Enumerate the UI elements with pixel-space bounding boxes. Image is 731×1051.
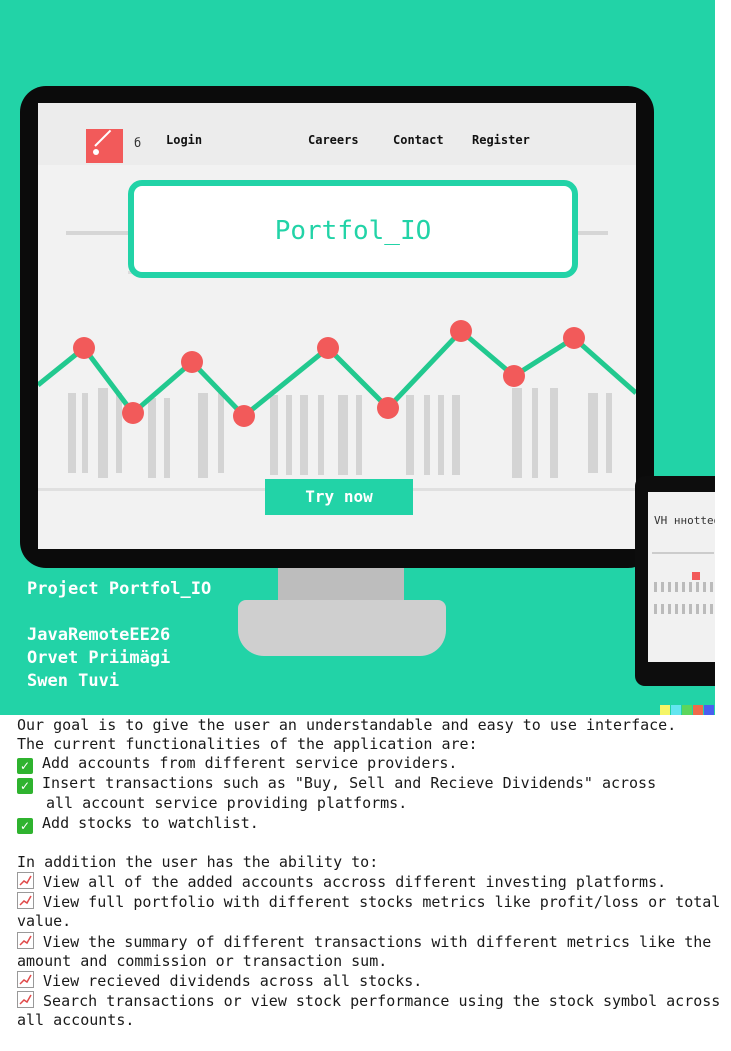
- monitor-stand-base: [238, 600, 446, 656]
- team-name: JavaRemoteEE26: [27, 625, 171, 645]
- ability-text: View the summary of different transactio…: [17, 932, 712, 970]
- chart-increasing-icon: [17, 931, 34, 949]
- chart-increasing-icon: [17, 991, 34, 1009]
- ability-text: View full portfolio with different stock…: [17, 893, 721, 931]
- tablet-label: VH ннotteɑ: [654, 514, 715, 527]
- color-strip: [660, 705, 670, 715]
- ability-item: View recieved dividends across all stock…: [17, 971, 727, 991]
- tablet-line: [652, 552, 714, 554]
- color-strip: [704, 705, 714, 715]
- function-item: ✓ Add stocks to watchlist.: [17, 814, 727, 834]
- checkmark-icon: ✓: [17, 758, 33, 775]
- ability-text: View recieved dividends across all stock…: [43, 972, 423, 991]
- color-strip: [693, 705, 703, 715]
- checkmark-icon: ✓: [17, 817, 33, 834]
- monitor-screen: б Login Careers Contact Register Portfol…: [38, 103, 636, 549]
- hero-illustration: б Login Careers Contact Register Portfol…: [0, 0, 715, 715]
- try-now-button[interactable]: Try now: [265, 479, 413, 515]
- ability-item: View the summary of different transactio…: [17, 931, 727, 971]
- project-name: Project Portfol_IO: [27, 579, 212, 599]
- ability-text: Search transactions or view stock perfor…: [17, 992, 721, 1030]
- intro-line: Our goal is to give the user an understa…: [17, 716, 677, 734]
- function-text: Add accounts from different service prov…: [42, 754, 458, 773]
- ability-item: View all of the added accounts accross d…: [17, 872, 727, 892]
- color-strip: [682, 705, 692, 715]
- function-text: Insert transactions such as "Buy, Sell a…: [42, 774, 657, 793]
- intro-line: The current functionalities of the appli…: [17, 735, 478, 754]
- function-item: ✓ Add accounts from different service pr…: [17, 754, 727, 775]
- tablet-dot: [692, 572, 700, 580]
- checkmark-icon: ✓: [17, 778, 33, 795]
- ability-text: View all of the added accounts accross d…: [43, 873, 667, 891]
- author-2: Swen Tuvi: [27, 671, 120, 691]
- ability-item: Search transactions or view stock perfor…: [17, 991, 727, 1030]
- tablet-bars: [654, 582, 714, 592]
- monitor-stand-neck: [278, 568, 404, 602]
- chart-increasing-icon: [17, 971, 34, 989]
- chart-increasing-icon: [17, 872, 34, 889]
- function-continuation: all account service providing platforms.: [46, 794, 408, 813]
- addition-heading: In addition the user has the ability to:: [17, 852, 379, 871]
- ability-item: View full portfolio with different stock…: [17, 892, 727, 931]
- function-text: Add stocks to watchlist.: [42, 813, 259, 832]
- function-item: ✓ Insert transactions such as "Buy, Sell…: [17, 774, 727, 795]
- tablet-screen: VH ннotteɑ: [648, 492, 715, 662]
- chart-increasing-icon: [17, 892, 34, 910]
- color-strip: [671, 705, 681, 715]
- description: Our goal is to give the user an understa…: [17, 716, 727, 1031]
- author-1: Orvet Priimägi: [27, 648, 171, 668]
- tablet-bars: [654, 604, 714, 614]
